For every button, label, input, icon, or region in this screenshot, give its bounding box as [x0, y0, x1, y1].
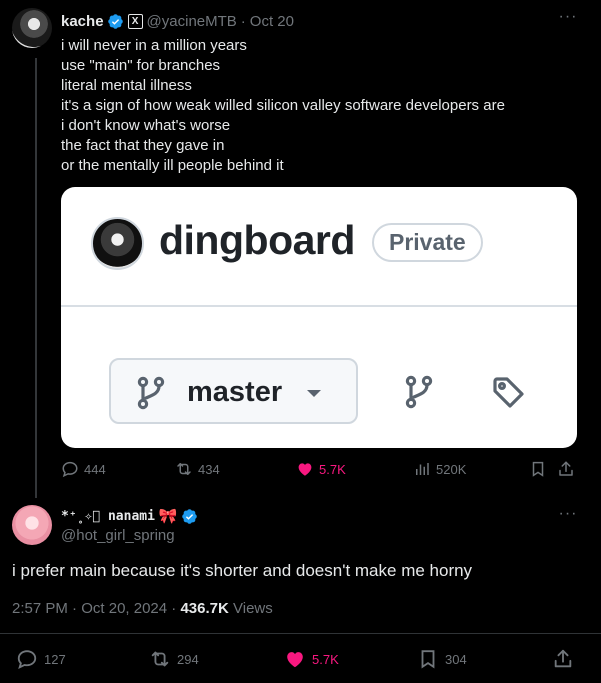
like-button[interactable]: 5.7K [296, 460, 346, 478]
tweet-actions: 444 434 5.7K 520K [61, 460, 581, 482]
separator-dot: · [240, 12, 246, 30]
like-count: 5.7K [319, 461, 346, 477]
divider [61, 305, 577, 307]
avatar[interactable] [12, 8, 52, 48]
bookmark-icon [421, 650, 435, 669]
tweet-line: it's a sign of how weak willed silicon v… [61, 97, 505, 114]
tweet-text: i will never in a million years use "mai… [61, 36, 581, 176]
repo-name: dingboard [159, 217, 355, 263]
bow-emoji: 🎀 [158, 508, 178, 525]
author-handle[interactable]: @yacineMTB [147, 13, 237, 30]
like-count: 5.7K [312, 651, 339, 667]
repo-header: dingboard Private [61, 187, 577, 305]
share-button[interactable] [552, 648, 580, 670]
reply-button[interactable]: 444 [61, 460, 106, 478]
repost-count: 294 [177, 651, 199, 667]
tweet-header: kache X @yacineMTB · Oct 20 [61, 12, 294, 30]
more-options-icon[interactable]: ··· [557, 9, 579, 30]
git-branch-icon [405, 375, 433, 409]
share-icon [554, 649, 572, 668]
branch-selector: master [109, 358, 358, 424]
analytics-icon [416, 463, 429, 475]
reply-count: 127 [44, 651, 66, 667]
reply-icon [62, 461, 78, 478]
chevron-down-icon [307, 390, 321, 397]
tweet-line: the fact that they gave in [61, 137, 225, 154]
tweet-line: literal mental illness [61, 77, 192, 94]
reply-count: 444 [84, 461, 106, 477]
tweet-line: i don't know what's worse [61, 117, 231, 134]
views-label: Views [233, 600, 273, 617]
repo-avatar [91, 217, 144, 270]
repost-icon [177, 463, 191, 475]
divider [0, 633, 601, 634]
verified-badge-icon [181, 508, 197, 524]
views-button[interactable]: 520K [413, 460, 466, 478]
bookmark-button[interactable] [529, 460, 552, 478]
bookmark-button[interactable]: 304 [417, 648, 467, 670]
repost-button[interactable]: 434 [175, 460, 220, 478]
reply-text: i prefer main because it's shorter and d… [12, 561, 473, 580]
git-branch-icon [137, 376, 165, 410]
author-name[interactable]: kache [61, 13, 104, 30]
reply-date[interactable]: Oct 20, 2024 [81, 600, 167, 617]
tweet-image[interactable]: dingboard Private master [61, 187, 577, 448]
reply-time[interactable]: 2:57 PM [12, 600, 68, 617]
heart-icon [298, 463, 312, 476]
view-count: 520K [436, 461, 467, 477]
share-button[interactable] [557, 460, 580, 478]
author-name[interactable]: *⁺˳✧ﾟ nanami [61, 509, 155, 524]
visibility-badge: Private [372, 223, 483, 262]
reply-icon [17, 650, 37, 669]
heart-icon [287, 652, 303, 668]
reply-metadata: 2:57 PM · Oct 20, 2024 · 436.7K Views [12, 600, 273, 617]
reply-header: *⁺˳✧ﾟ nanami 🎀 [61, 507, 198, 525]
repost-count: 434 [198, 461, 220, 477]
affiliation-badge: X [127, 13, 143, 29]
branch-name: master [187, 376, 283, 408]
views-count: 436.7K [180, 600, 229, 617]
tweet-date[interactable]: Oct 20 [250, 13, 294, 30]
reply-actions: 127 294 5.7K 304 [12, 648, 587, 672]
like-button[interactable]: 5.7K [284, 648, 339, 670]
repost-icon [151, 651, 169, 667]
verified-badge-icon [107, 13, 123, 29]
author-handle[interactable]: @hot_girl_spring [61, 527, 175, 544]
repost-button[interactable]: 294 [149, 648, 199, 670]
bookmark-icon [532, 461, 544, 477]
tweet-line: use "main" for branches [61, 57, 221, 74]
tweet-main[interactable]: kache X @yacineMTB · Oct 20 ··· i will n… [0, 0, 601, 495]
avatar[interactable] [12, 505, 52, 545]
tweet-line: or the mentally ill people behind it [61, 157, 284, 174]
more-options-icon[interactable]: ··· [557, 506, 579, 527]
separator-dot: · [72, 600, 82, 617]
tag-icon [493, 377, 524, 408]
reply-button[interactable]: 127 [16, 648, 66, 670]
tweet-line: i will never in a million years [61, 37, 247, 54]
share-icon [559, 461, 573, 476]
bookmark-count: 304 [445, 651, 467, 667]
